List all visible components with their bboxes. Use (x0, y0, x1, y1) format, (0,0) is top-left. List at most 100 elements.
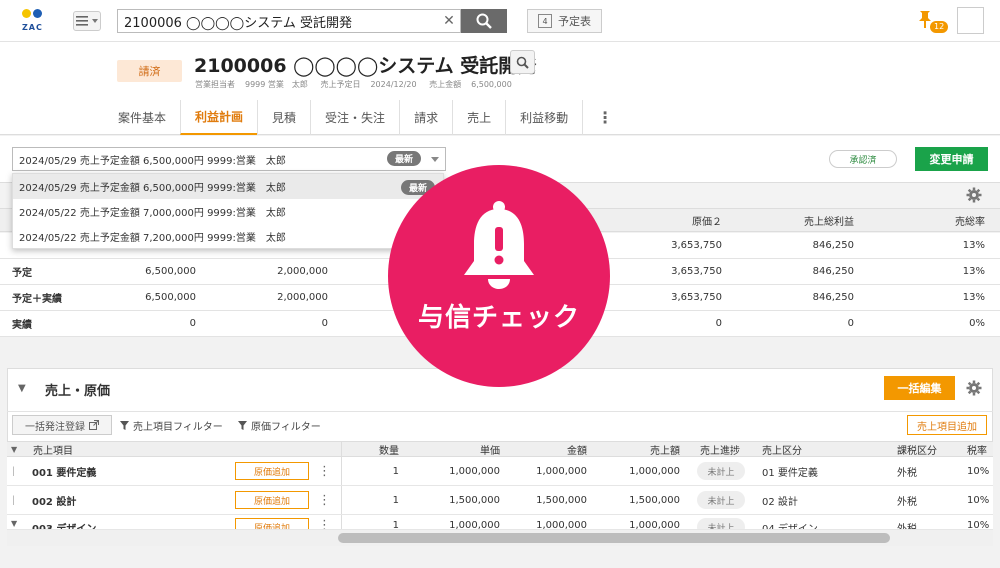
header-rate: 税率 (967, 445, 987, 457)
gross-value: 846,250 (812, 240, 854, 251)
cost-value: 2,000,000 (277, 292, 328, 303)
zac-logo[interactable]: ZAC (18, 6, 58, 36)
gear-icon[interactable] (966, 187, 982, 203)
collapse-caret-icon[interactable]: ▼ (18, 383, 26, 394)
history-selected-text: 2024/05/29 売上予定金額 6,500,000円 9999:営業 太郎 (19, 155, 286, 167)
history-option[interactable]: 2024/05/22 売上予定金額 7,200,000円 9999:営業 太郎 (13, 224, 443, 249)
header-progress: 売上進捗 (700, 445, 740, 457)
add-cost-button[interactable]: 原価追加 (235, 491, 309, 509)
rate-value: 13% (962, 292, 985, 303)
price-value: 1,000,000 (449, 465, 500, 477)
row-handle: │ (11, 495, 16, 505)
change-request-button[interactable]: 変更申請 (915, 147, 988, 171)
pin-notifications[interactable]: 12 (916, 10, 949, 34)
sales-filter-label: 売上項目フィルター (133, 422, 223, 433)
owner-value: 9999 営業 太郎 (245, 80, 308, 89)
bell-icon (464, 201, 534, 289)
schedule-button[interactable]: 4 予定表 (527, 9, 602, 33)
owner-label: 営業担当者 (195, 80, 235, 89)
horizontal-scrollbar[interactable] (338, 533, 890, 543)
tax-value: 外税 (897, 496, 917, 508)
filter-icon (238, 421, 247, 430)
tab-billing[interactable]: 請求 (399, 100, 452, 135)
title-search-button[interactable] (510, 50, 535, 74)
user-avatar[interactable] (957, 7, 984, 34)
rate-value: 0% (969, 318, 985, 329)
cost-filter[interactable]: 原価フィルター (238, 418, 321, 433)
cost-value: 2,000,000 (277, 266, 328, 277)
qty-value: 1 (392, 494, 399, 506)
progress-badge: 未計上 (697, 462, 745, 480)
row-menu-icon[interactable]: ⋮ (318, 518, 331, 529)
cost-value: 0 (321, 318, 328, 329)
bulk-edit-button[interactable]: 一括編集 (884, 376, 955, 400)
history-select[interactable]: 2024/05/29 売上予定金額 6,500,000円 9999:営業 太郎 … (12, 147, 446, 171)
amount-value: 1,500,000 (536, 494, 587, 506)
tab-profit-plan[interactable]: 利益計画 (180, 100, 258, 135)
tab-estimate[interactable]: 見積 (257, 100, 310, 135)
progress-badge: 未計上 (697, 491, 745, 509)
history-option-text: 2024/05/22 売上予定金額 7,000,000円 9999:営業 太郎 (19, 208, 286, 219)
project-meta: 営業担当者 9999 営業 太郎 売上予定日 2024/12/20 売上金額 6,50… (195, 79, 522, 90)
price-value: 1,500,000 (449, 494, 500, 506)
header-sales: 売上額 (650, 445, 680, 457)
rate-value: 13% (962, 266, 985, 277)
logo-text: ZAC (22, 23, 43, 32)
gross-value: 846,250 (812, 266, 854, 277)
cost-filter-label: 原価フィルター (251, 422, 321, 433)
clear-icon[interactable]: ✕ (440, 9, 458, 33)
category-value: 04 デザイン (762, 524, 818, 530)
sales-value: 1,000,000 (629, 520, 680, 530)
more-menu-icon[interactable]: ⋮ (582, 100, 627, 135)
add-cost-button[interactable]: 原価追加 (235, 518, 309, 529)
history-option[interactable]: 2024/05/22 売上予定金額 7,000,000円 9999:営業 太郎 (13, 199, 443, 224)
tab-profit-transfer[interactable]: 利益移動 (505, 100, 582, 135)
hamburger-icon (76, 16, 88, 26)
bulk-order-button[interactable]: 一括発注登録 (12, 415, 112, 435)
page-title: 2100006 ◯◯◯◯システム 受託開発 (194, 55, 537, 77)
header-item: 売上項目 (33, 445, 73, 457)
search-icon (516, 56, 529, 69)
item-name: 003 デザイン (32, 524, 97, 530)
header-cost2: 原価２ (692, 216, 722, 228)
rate-value: 10% (967, 465, 990, 477)
logo-dot-blue (33, 9, 42, 18)
cost2-value: 3,653,750 (671, 240, 722, 251)
calendar-icon: 4 (538, 14, 552, 28)
header-qty: 数量 (379, 445, 399, 457)
row-menu-icon[interactable]: ⋮ (318, 486, 331, 514)
add-cost-button[interactable]: 原価追加 (235, 462, 309, 480)
gear-icon[interactable] (966, 380, 982, 396)
row-expand-caret-icon[interactable]: ▼ (11, 519, 17, 528)
tab-sales[interactable]: 売上 (452, 100, 505, 135)
filter-icon (120, 421, 129, 430)
page-bottom (0, 546, 1000, 568)
qty-value: 1 (392, 520, 399, 530)
main-menu-button[interactable] (73, 11, 101, 31)
date-label: 売上予定日 (320, 80, 361, 89)
search-input[interactable]: 2100006 ◯◯◯◯システム 受託開発 (117, 9, 461, 33)
history-dropdown: 2024/05/29 売上予定金額 6,500,000円 9999:営業 太郎 … (12, 173, 444, 249)
tab-basic[interactable]: 案件基本 (104, 100, 180, 135)
tab-order[interactable]: 受注・失注 (310, 100, 399, 135)
cost2-value: 3,653,750 (671, 266, 722, 277)
gross-value: 0 (847, 318, 854, 329)
add-sales-item-button[interactable]: 売上項目追加 (907, 415, 987, 435)
alert-text: 与信チェック (417, 303, 580, 333)
category-value: 01 要件定義 (762, 467, 818, 479)
row-menu-icon[interactable]: ⋮ (318, 457, 331, 485)
search-value: 2100006 ◯◯◯◯システム 受託開発 (124, 15, 352, 31)
items-table-header: ▼ 売上項目 数量 単価 金額 売上額 売上進捗 売上区分 課税区分 税率 (7, 441, 993, 457)
sales-value: 0 (189, 318, 196, 329)
search-button[interactable] (461, 9, 507, 33)
row-label: 実績 (12, 320, 32, 331)
chevron-down-icon (431, 157, 439, 162)
amount-label: 売上金額 (429, 80, 462, 89)
sales-item-filter[interactable]: 売上項目フィルター (120, 418, 223, 433)
expand-all-caret-icon[interactable]: ▼ (11, 442, 17, 456)
cost2-value: 3,653,750 (671, 292, 722, 303)
amount-value: 1,000,000 (536, 465, 587, 477)
pin-count-badge: 12 (930, 21, 949, 33)
history-option[interactable]: 2024/05/29 売上予定金額 6,500,000円 9999:営業 太郎 … (13, 174, 443, 199)
approved-badge: 承認済 (829, 150, 897, 168)
